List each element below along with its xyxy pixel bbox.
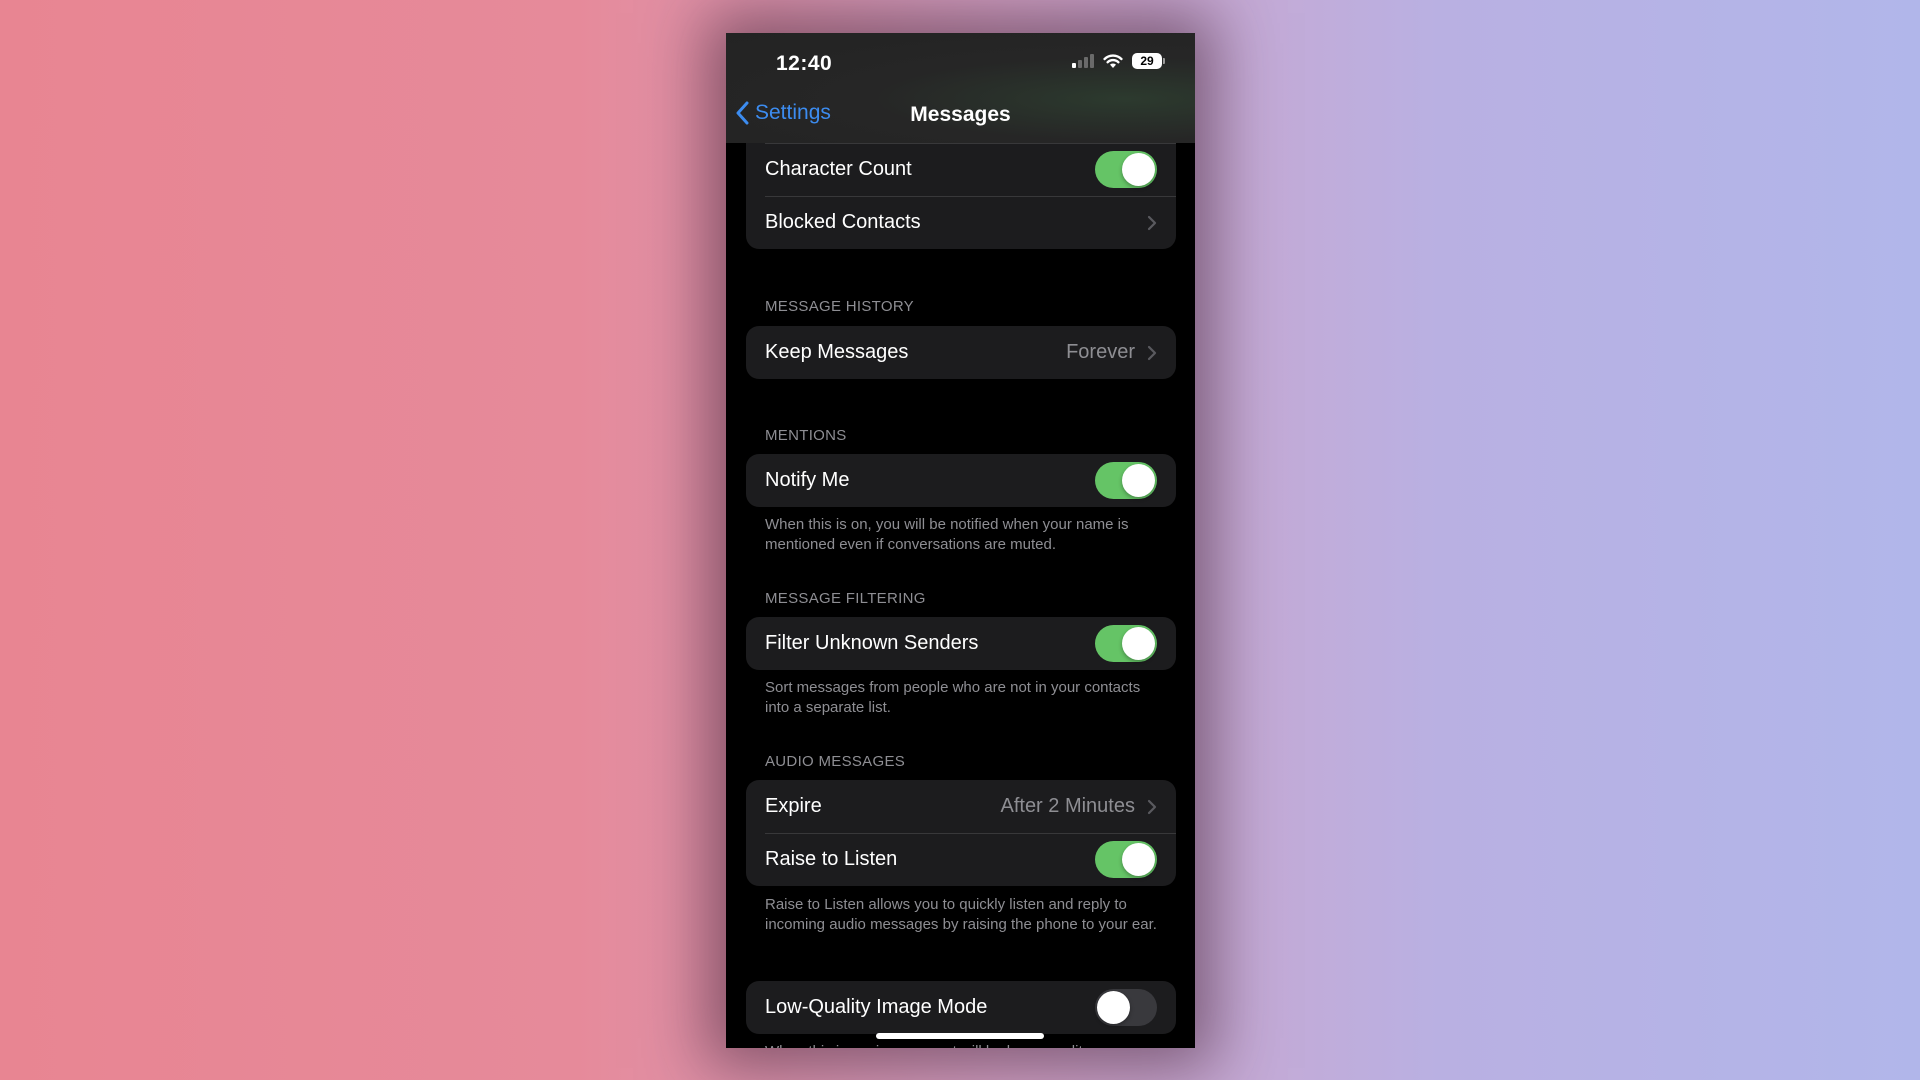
section-header-mentions: MENTIONS [765,427,847,444]
audio-messages-group: Expire After 2 Minutes Raise to Listen [746,780,1176,886]
section-header-message-filtering: MESSAGE FILTERING [765,590,926,607]
low-quality-image-mode-label: Low-Quality Image Mode [765,996,988,1018]
low-quality-image-mode-toggle[interactable] [1095,989,1157,1026]
status-icons: 29 [1072,53,1165,69]
audio-messages-footer: Raise to Listen allows you to quickly li… [765,896,1157,933]
battery-icon: 29 [1132,53,1165,69]
keep-messages-value: Forever [1066,341,1135,363]
chevron-right-icon [1147,215,1157,230]
mentions-footer: When this is on, you will be notified wh… [765,516,1129,553]
expire-label: Expire [765,795,822,817]
expire-value: After 2 Minutes [1000,795,1135,817]
chevron-right-icon [1147,799,1157,814]
row-notify-me: Notify Me [746,454,1176,507]
character-count-toggle[interactable] [1095,151,1157,188]
filter-unknown-senders-toggle[interactable] [1095,625,1157,662]
row-filter-unknown-senders: Filter Unknown Senders [746,617,1176,670]
section-header-audio-messages: AUDIO MESSAGES [765,753,906,770]
low-quality-group: Low-Quality Image Mode [746,981,1176,1034]
row-low-quality-image-mode: Low-Quality Image Mode [746,981,1176,1034]
message-filtering-group: Filter Unknown Senders [746,617,1176,670]
cellular-signal-icon [1072,54,1094,68]
chevron-right-icon [1147,345,1157,360]
low-quality-footer: When this is on, images sent will be low… [765,1042,1165,1048]
mentions-group: Notify Me [746,454,1176,507]
row-raise-to-listen: Raise to Listen [746,833,1176,886]
wifi-icon [1103,53,1123,68]
row-expire[interactable]: Expire After 2 Minutes [746,780,1176,833]
message-history-group: Keep Messages Forever [746,326,1176,379]
row-keep-messages[interactable]: Keep Messages Forever [746,326,1176,379]
page-title: Messages [910,103,1011,126]
blocked-contacts-label: Blocked Contacts [765,211,921,233]
phone-screen: 12:40 29 Settings Messages Character Cou… [726,33,1195,1048]
notify-me-toggle[interactable] [1095,462,1157,499]
notify-me-label: Notify Me [765,469,850,491]
status-time: 12:40 [776,52,833,75]
raise-to-listen-label: Raise to Listen [765,848,898,870]
battery-level: 29 [1132,53,1162,69]
character-count-label: Character Count [765,158,912,180]
home-indicator[interactable] [876,1033,1044,1039]
raise-to-listen-toggle[interactable] [1095,841,1157,878]
message-filtering-footer: Sort messages from people who are not in… [765,679,1141,716]
keep-messages-label: Keep Messages [765,341,909,363]
section-header-message-history: MESSAGE HISTORY [765,298,914,315]
navigation-bar: 12:40 29 Settings Messages [726,33,1195,143]
filter-unknown-senders-label: Filter Unknown Senders [765,632,979,654]
row-blocked-contacts[interactable]: Blocked Contacts [746,196,1176,249]
row-character-count: Character Count [746,143,1176,196]
